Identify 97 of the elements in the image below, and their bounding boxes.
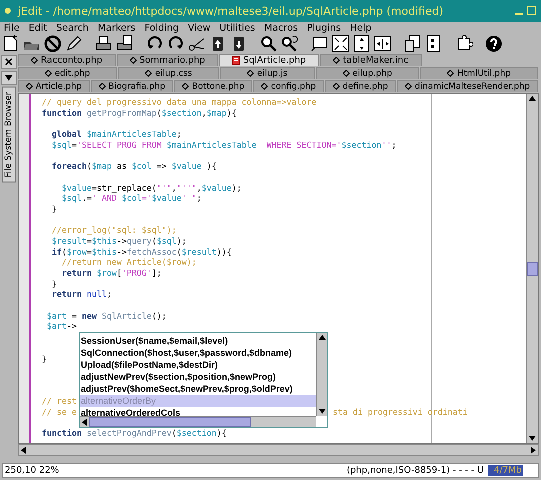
code-line: $result=$this->query($sql); [50, 236, 187, 246]
left-arrow-icon[interactable] [19, 446, 28, 454]
menu-item[interactable]: File [4, 22, 20, 34]
maximize-icon[interactable] [527, 6, 537, 16]
file-tab[interactable]: Racconto.php [18, 54, 116, 66]
diamond-icon [447, 70, 454, 77]
completion-item[interactable]: SqlConnection($host,$user,$password,$dbname) [80, 347, 316, 359]
scrollbar[interactable] [526, 94, 538, 443]
code-line: } [50, 278, 57, 289]
file-tab[interactable]: dinamicMalteseRender.php [397, 80, 538, 92]
side-tab[interactable]: File System Browser [2, 87, 16, 183]
code-line: foreach($map as $col => $value ){ [50, 161, 217, 172]
file-tab[interactable]: Bottone.php [174, 80, 252, 92]
menu-item[interactable]: Edit [28, 22, 48, 34]
code-line: return null; [50, 289, 112, 300]
menu-item[interactable]: Folding [144, 22, 180, 34]
code-line: // se e [42, 406, 77, 417]
new-file-icon[interactable] [2, 34, 20, 52]
code-line: if($row=$this->fetchAssoc($result)){ [50, 246, 232, 257]
code-line: function getProgFromMap($section,$map){ [42, 108, 237, 118]
split-horizontal-icon[interactable] [353, 34, 371, 52]
diamond-icon [145, 70, 152, 77]
menu-item[interactable]: Markers [98, 22, 136, 34]
window-icon[interactable] [311, 34, 329, 52]
file-tab[interactable]: edit.php [18, 67, 118, 79]
file-tab[interactable]: Biografia.php [90, 80, 174, 92]
file-tab[interactable]: Sommario.php [116, 54, 218, 66]
diamond-icon [130, 57, 137, 64]
scroll-thumb[interactable] [527, 262, 538, 276]
code-line: return $row['PROG']; [60, 268, 162, 278]
scroll-thumb[interactable] [89, 417, 251, 427]
window-menu-icon[interactable] [4, 7, 12, 15]
code-line: function selectProgAndPrev($section){ [42, 428, 227, 438]
code-line: global $mainArticlesTable; [50, 129, 182, 140]
file-tab[interactable]: define.php [325, 80, 396, 92]
file-tab[interactable]: SqlArticle.php [219, 54, 320, 66]
window-title: jEdit - /home/matteo/httpdocs/www/maltese3/eil.up/SqlArticle.php (modified) [18, 4, 444, 18]
code-line: // query del progressivo data una mappa colonna=>valore [42, 97, 317, 107]
dropdown-button[interactable] [1, 71, 17, 85]
file-tab[interactable]: Article.php [18, 80, 90, 92]
search-icon[interactable] [260, 34, 278, 52]
print-preview-icon[interactable] [116, 34, 134, 52]
code-line: $art = new SqlArticle(); [46, 310, 167, 321]
menu-item[interactable]: Help [350, 22, 372, 34]
search-again-icon[interactable] [281, 34, 299, 52]
down-triangle-icon [5, 75, 13, 81]
menu-item[interactable]: Plugins [307, 22, 342, 34]
down-arrow-icon[interactable] [528, 434, 537, 443]
code-line: $art-> [46, 321, 77, 332]
completion-item[interactable]: adjustNewPrev($section,$position,$newProg) [80, 371, 316, 383]
right-arrow-icon[interactable] [529, 446, 538, 454]
document-grid-icon[interactable] [425, 34, 443, 52]
printer-icon[interactable] [95, 34, 113, 52]
left-arrow-icon[interactable] [80, 418, 89, 426]
caret-position: 250,10 22% [5, 466, 60, 476]
menu-item[interactable]: Macros [264, 22, 298, 34]
menu-item[interactable]: Utilities [220, 22, 256, 34]
code-line: sta di progressivi ordinati [333, 406, 468, 418]
diamond-icon [404, 83, 412, 90]
code-line: $value=str_replace("'","''",$value); [60, 182, 242, 192]
diamond-icon [98, 83, 106, 90]
close-button[interactable] [1, 55, 17, 69]
code-line: //return new Article($row); [60, 257, 197, 268]
completion-item[interactable]: adjustPrev($homeSect,$newPrev,$prog,$oldPrev) [80, 383, 316, 395]
buffer-mode: (php,none,ISO-8859-1) - - - - U [346, 466, 484, 476]
code-line: //error_log("sql: $sql"); [50, 225, 177, 236]
documents-icon[interactable] [404, 34, 422, 52]
code-line: $sql.=' AND $col='$value' "; [60, 193, 202, 204]
completion-item[interactable]: alternativeOrderedCols [80, 407, 316, 416]
down-arrow-icon[interactable] [318, 408, 326, 416]
code-line: } [50, 204, 57, 214]
split-vertical-icon[interactable] [374, 34, 392, 52]
menu-item[interactable]: Search [56, 22, 89, 34]
up-arrow-icon[interactable] [528, 94, 537, 103]
file-tab[interactable]: HtmlUtil.php [420, 67, 538, 79]
file-tab[interactable]: tableMaker.inc [320, 54, 422, 66]
menu-item[interactable]: View [188, 22, 211, 34]
completion-item[interactable]: SessionUser($name,$email,$level) [80, 335, 316, 347]
file-tab[interactable]: config.php [253, 80, 324, 92]
close-icon [5, 58, 13, 66]
file-tab[interactable]: eilup.php [316, 67, 420, 79]
code-line: } [42, 354, 47, 364]
completion-item[interactable]: Upload($filePostName,$destDir) [80, 359, 316, 371]
diamond-icon [182, 83, 190, 90]
file-icon [232, 56, 240, 65]
up-arrow-icon[interactable] [318, 333, 326, 341]
scrollbar[interactable] [316, 333, 327, 416]
file-tab[interactable]: eilup.css [118, 67, 220, 79]
arrows-in-icon[interactable] [332, 34, 350, 52]
code-line: $sql='SELECT PROG FROM $mainArticlesTable WHERE SECTION='$section''; [50, 140, 397, 150]
scrollbar[interactable] [80, 416, 316, 427]
no-entry-icon[interactable] [44, 34, 62, 52]
diamond-icon [26, 83, 33, 90]
help-icon[interactable] [485, 34, 503, 52]
file-tab[interactable]: eilup.js [220, 67, 315, 79]
code-line: // rest [42, 396, 77, 406]
scrollbar[interactable] [18, 444, 539, 456]
